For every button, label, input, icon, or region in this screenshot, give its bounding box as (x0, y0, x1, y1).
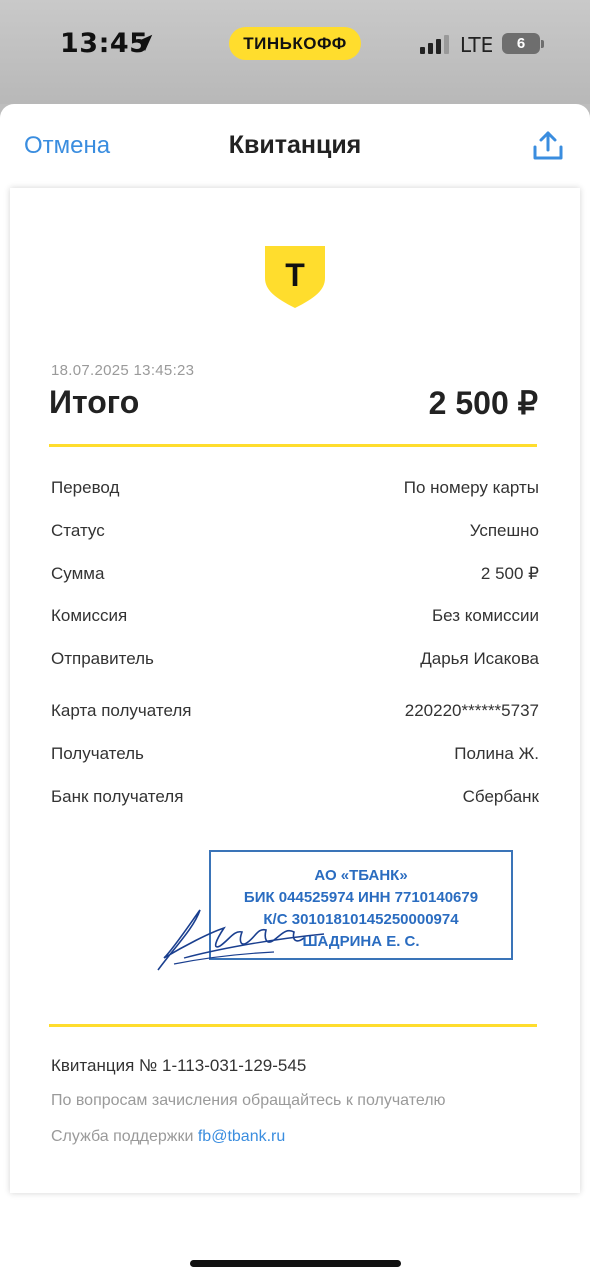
row-value: Сбербанк (462, 787, 539, 806)
battery-tip (541, 40, 544, 48)
detail-row: Банк получателя Сбербанк (51, 787, 539, 817)
detail-row: Комиссия Без комиссии (51, 606, 539, 636)
row-label: Перевод (51, 478, 120, 497)
row-value: Полина Ж. (454, 744, 539, 763)
receipt-sheet: Отмена Квитанция Т 18.07.2025 13:45:23 И… (0, 104, 590, 1280)
row-value: 220220******5737 (404, 701, 539, 720)
stamp-line: АО «ТБАНК» (314, 867, 408, 884)
row-label: Статус (51, 521, 105, 540)
receipt-card: Т 18.07.2025 13:45:23 Итого 2 500 ₽ Пере… (10, 188, 580, 1193)
row-value: Без комиссии (431, 606, 539, 625)
support-email-link[interactable]: fb@tbank.ru (198, 1128, 285, 1145)
support-label: Служба поддержки (51, 1128, 198, 1145)
transaction-datetime: 18.07.2025 13:45:23 (51, 362, 195, 379)
location-arrow-icon (135, 34, 153, 52)
contact-note: По вопросам зачисления обращайтесь к пол… (51, 1092, 446, 1109)
row-label: Карта получателя (51, 701, 192, 720)
detail-row: Карта получателя 220220******5737 (51, 701, 539, 731)
support-line: Служба поддержки fb@tbank.ru (51, 1128, 285, 1146)
home-indicator[interactable] (190, 1260, 401, 1267)
status-bar: 13:45 ТИНЬКОФФ LTE 6 (0, 0, 590, 104)
divider-top (49, 444, 537, 447)
row-value: 2 500 ₽ (480, 564, 539, 583)
brand-pill: ТИНЬКОФФ (229, 27, 361, 60)
row-value: По номеру карты (403, 478, 539, 497)
row-label: Комиссия (51, 606, 128, 625)
network-type: LTE (460, 33, 494, 57)
tbank-logo-icon: Т (265, 246, 325, 308)
row-label: Отправитель (51, 649, 154, 668)
row-value: Дарья Исакова (420, 649, 539, 668)
nav-bar: Отмена Квитанция (0, 104, 590, 188)
page-title: Квитанция (228, 131, 362, 159)
total-label: Итого (49, 384, 140, 420)
detail-row: Перевод По номеру карты (51, 478, 539, 508)
detail-row: Статус Успешно (51, 521, 539, 551)
row-label: Сумма (51, 564, 105, 583)
divider-bottom (49, 1024, 537, 1027)
battery-icon: 6 (502, 33, 540, 54)
cellular-signal-icon (420, 35, 449, 54)
row-value: Успешно (469, 521, 539, 540)
total-value: 2 500 ₽ (428, 385, 538, 421)
detail-row: Отправитель Дарья Исакова (51, 649, 539, 679)
detail-row: Получатель Полина Ж. (51, 744, 539, 774)
row-label: Банк получателя (51, 787, 184, 806)
share-icon[interactable] (531, 130, 565, 162)
receipt-number: Квитанция № 1-113-031-129-545 (51, 1056, 307, 1075)
logo-letter: Т (285, 257, 305, 293)
signature (157, 909, 325, 971)
row-label: Получатель (51, 744, 144, 763)
detail-row: Сумма 2 500 ₽ (51, 564, 539, 594)
